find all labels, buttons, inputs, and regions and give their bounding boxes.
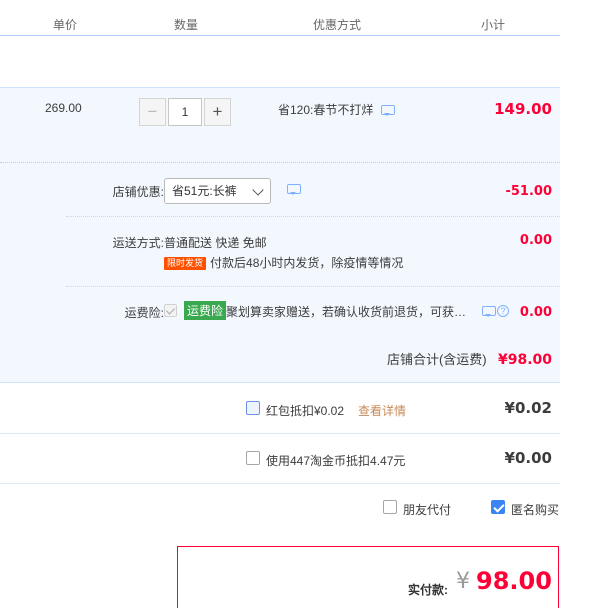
- order-item-row: 269.00 − 1 + 省120:春节不打烊 149.00: [0, 87, 560, 163]
- friend-pay-label[interactable]: 朋友代付: [403, 501, 451, 518]
- taojinbi-amount: ¥0.00: [504, 449, 552, 467]
- column-quantity: 数量: [174, 18, 199, 32]
- payment-options: 朋友代付 匿名购买: [0, 484, 560, 534]
- redpacket-checkbox[interactable]: [246, 401, 260, 415]
- column-unit-price: 单价: [53, 18, 78, 32]
- friend-pay-checkbox[interactable]: [383, 500, 397, 514]
- item-promo-text: 省120:春节不打烊: [278, 103, 374, 117]
- payment-currency: ¥: [456, 569, 470, 594]
- shipping-row: 运送方式: 普通配送 快递 免邮 限时发货 付款后48小时内发货，除疫情等情况 0…: [66, 217, 560, 287]
- shop-total-value: ¥98.00: [497, 352, 552, 368]
- quantity-input[interactable]: 1: [168, 98, 202, 126]
- payment-total-box: 实付款: ¥ 98.00: [177, 546, 559, 608]
- taojinbi-row: 使用447淘金币抵扣4.47元 ¥0.00: [0, 434, 560, 484]
- insurance-label: 运费险:: [124, 306, 164, 320]
- shipping-amount: 0.00: [519, 233, 552, 248]
- shop-discount-label: 店铺优惠:: [112, 185, 164, 199]
- redpacket-amount: ¥0.02: [504, 399, 552, 417]
- shop-discount-selected: 省51元:长裤: [172, 184, 237, 198]
- shop-discount-select[interactable]: 省51元:长裤: [164, 178, 271, 204]
- shipping-tag: 限时发货: [164, 257, 207, 271]
- taojinbi-text: 使用447淘金币抵扣4.47元: [266, 454, 406, 468]
- anonymous-label[interactable]: 匿名购买: [511, 501, 560, 518]
- shipping-label: 运送方式:: [112, 236, 164, 250]
- decrease-quantity-button[interactable]: −: [139, 98, 166, 126]
- increase-quantity-button[interactable]: +: [204, 98, 231, 126]
- message-icon[interactable]: [287, 184, 301, 195]
- anonymous-checkbox[interactable]: [491, 500, 505, 514]
- redpacket-text: 红包抵扣¥0.02: [266, 404, 345, 418]
- shipping-note: 付款后48小时内发货，除疫情等情况: [210, 256, 404, 270]
- table-header: 单价 数量 优惠方式 小计: [0, 0, 560, 36]
- shipping-note-line: 限时发货 付款后48小时内发货，除疫情等情况: [164, 254, 403, 271]
- chevron-down-icon: [252, 184, 264, 196]
- insurance-amount: 0.00: [519, 305, 552, 320]
- column-subtotal: 小计: [481, 18, 506, 32]
- insurance-tag: 运费险: [184, 301, 227, 320]
- help-icon[interactable]: ?: [497, 305, 509, 317]
- insurance-checkbox: [164, 304, 177, 317]
- shop-discount-row: 店铺优惠: 省51元:长裤 -51.00: [66, 163, 560, 217]
- item-promo: 省120:春节不打烊: [278, 101, 395, 118]
- shop-discount-amount: -51.00: [505, 184, 552, 199]
- message-icon[interactable]: [482, 306, 496, 317]
- insurance-row: 运费险: 运费险 聚划算卖家赠送，若确认收货前退货，可获… ? 0.00: [66, 287, 560, 331]
- payment-amount: 98.00: [476, 567, 552, 595]
- shop-summary: 店铺优惠: 省51元:长裤 -51.00 运送方式: 普通配送 快递 免邮 限时…: [0, 163, 560, 383]
- redpacket-row: 红包抵扣¥0.02 查看详情 ¥0.02: [0, 384, 560, 434]
- item-unit-price: 269.00: [45, 101, 82, 115]
- redpacket-details-link[interactable]: 查看详情: [358, 402, 406, 419]
- taojinbi-checkbox[interactable]: [246, 451, 260, 465]
- item-subtotal: 149.00: [494, 100, 552, 118]
- quantity-stepper[interactable]: − 1 +: [139, 98, 231, 126]
- payment-label: 实付款:: [408, 583, 448, 597]
- column-discount: 优惠方式: [313, 18, 362, 32]
- shop-total: 店铺合计(含运费) ¥98.00: [387, 349, 552, 368]
- shop-total-label: 店铺合计(含运费): [386, 352, 487, 367]
- insurance-description: 聚划算卖家赠送，若确认收货前退货，可获…: [226, 305, 466, 319]
- shipping-method: 普通配送 快递 免邮: [164, 236, 267, 250]
- message-icon[interactable]: [380, 105, 395, 117]
